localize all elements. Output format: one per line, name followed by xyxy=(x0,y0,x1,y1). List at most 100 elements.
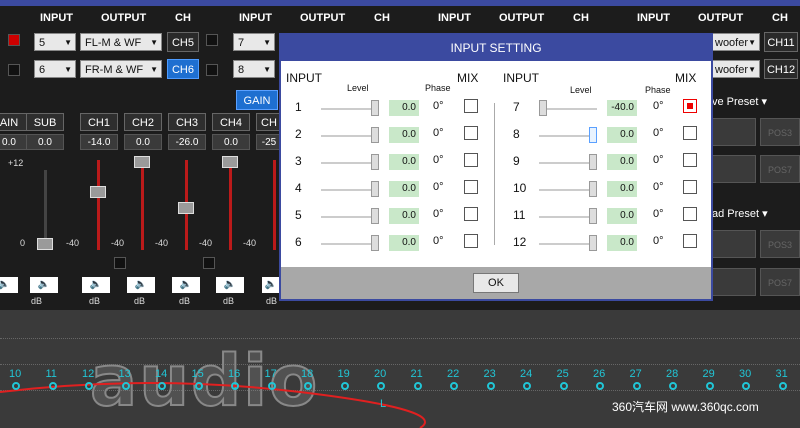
phase-value[interactable]: 0° xyxy=(653,235,664,247)
level-value-input[interactable]: 0.0 xyxy=(389,235,419,251)
level-slider-thumb[interactable] xyxy=(589,127,597,143)
mix-checkbox[interactable] xyxy=(464,207,478,221)
mix-checkbox[interactable] xyxy=(464,126,478,140)
level-value-input[interactable]: 0.0 xyxy=(389,208,419,224)
level-value-input[interactable]: 0.0 xyxy=(389,127,419,143)
frequency-node[interactable] xyxy=(377,382,385,390)
speaker-icon[interactable]: 🔈 xyxy=(30,277,58,293)
preset-pos-button[interactable] xyxy=(712,118,756,146)
level-value-input[interactable]: 0.0 xyxy=(607,154,637,170)
channel-name-ch1[interactable]: CH1 xyxy=(80,113,118,131)
frequency-node[interactable] xyxy=(632,382,641,390)
phase-value[interactable]: 0° xyxy=(433,181,444,193)
preset-pos-button[interactable] xyxy=(712,230,756,258)
speaker-icon[interactable]: 🔈 xyxy=(127,277,155,293)
mix-checkbox[interactable] xyxy=(683,180,697,194)
preset-pos-button[interactable] xyxy=(712,155,756,183)
frequency-node[interactable] xyxy=(85,382,93,390)
level-slider-thumb[interactable] xyxy=(371,100,379,116)
frequency-node[interactable] xyxy=(742,382,750,390)
mix-checkbox[interactable] xyxy=(683,126,697,140)
mix-checkbox[interactable] xyxy=(683,234,697,248)
output-select-ch12[interactable]: woofer ▼ xyxy=(710,60,760,78)
channel-name-ch3[interactable]: CH3 xyxy=(168,113,206,131)
level-slider-thumb[interactable] xyxy=(589,181,597,197)
phase-value[interactable]: 0° xyxy=(433,127,444,139)
level-slider-thumb[interactable] xyxy=(371,181,379,197)
frequency-node[interactable] xyxy=(559,382,568,390)
mix-checkbox[interactable] xyxy=(464,99,478,113)
level-slider-thumb[interactable] xyxy=(539,100,547,116)
fader-thumb-ch3[interactable] xyxy=(178,202,194,214)
channel-name-ch4[interactable]: CH4 xyxy=(212,113,250,131)
preset-pos3-button[interactable]: POS3 xyxy=(760,230,800,258)
phase-value[interactable]: 0° xyxy=(433,154,444,166)
frequency-node[interactable] xyxy=(48,382,57,390)
channel-value-sub[interactable]: 0.0 xyxy=(26,134,64,150)
level-slider-thumb[interactable] xyxy=(371,154,379,170)
link-indicator[interactable] xyxy=(203,257,215,269)
channel-name-ain[interactable]: AIN xyxy=(0,113,28,131)
phase-value[interactable]: 0° xyxy=(653,100,664,112)
frequency-node[interactable] xyxy=(231,382,239,390)
ch6-button[interactable]: CH6 xyxy=(167,59,199,79)
frequency-node[interactable] xyxy=(778,382,787,390)
speaker-icon[interactable]: 🔈 xyxy=(172,277,200,293)
level-slider-thumb[interactable] xyxy=(371,127,379,143)
frequency-node[interactable] xyxy=(450,382,458,390)
channel-value-ain[interactable]: 0.0 xyxy=(0,134,28,150)
frequency-node[interactable] xyxy=(523,382,531,390)
phase-value[interactable]: 0° xyxy=(653,127,664,139)
input-select-6[interactable]: 6 ▼ xyxy=(34,60,76,78)
level-slider-thumb[interactable] xyxy=(371,208,379,224)
frequency-node[interactable] xyxy=(705,382,714,390)
level-value-input[interactable]: 0.0 xyxy=(607,181,637,197)
mix-checkbox[interactable] xyxy=(683,207,697,221)
channel-name-sub[interactable]: SUB xyxy=(26,113,64,131)
level-value-input[interactable]: -40.0 xyxy=(607,100,637,116)
output-select-ch6[interactable]: FR-M & WF ▼ xyxy=(80,60,162,78)
input-select-5[interactable]: 5 ▼ xyxy=(34,33,76,51)
fader-thumb-ch4[interactable] xyxy=(222,156,238,168)
fader-thumb-sub[interactable] xyxy=(37,238,53,250)
level-value-input[interactable]: 0.0 xyxy=(389,154,419,170)
output-select-ch11[interactable]: woofer ▼ xyxy=(710,33,760,51)
frequency-node[interactable] xyxy=(486,382,495,390)
channel-value-ch2[interactable]: 0.0 xyxy=(124,134,162,150)
phase-value[interactable]: 0° xyxy=(653,154,664,166)
frequency-node[interactable] xyxy=(596,382,604,390)
level-value-input[interactable]: 0.0 xyxy=(607,127,637,143)
level-slider-thumb[interactable] xyxy=(589,154,597,170)
channel-value-ch1[interactable]: -14.0 xyxy=(80,134,118,150)
preset-pos7-button[interactable]: POS7 xyxy=(760,155,800,183)
input-select-8[interactable]: 8 ▼ xyxy=(233,60,275,78)
speaker-icon[interactable]: 🔈 xyxy=(262,277,280,293)
channel-value-ch4[interactable]: 0.0 xyxy=(212,134,250,150)
level-value-input[interactable]: 0.0 xyxy=(389,181,419,197)
mix-checkbox[interactable] xyxy=(464,153,478,167)
level-slider-thumb[interactable] xyxy=(371,235,379,251)
frequency-node[interactable] xyxy=(12,382,20,390)
frequency-node[interactable] xyxy=(121,382,130,390)
ch12-button[interactable]: CH12 xyxy=(764,59,798,79)
frequency-node[interactable] xyxy=(340,382,349,390)
link-indicator[interactable] xyxy=(114,257,126,269)
channel-value-ch3[interactable]: -26.0 xyxy=(168,134,206,150)
speaker-icon[interactable]: 🔈 xyxy=(0,277,18,293)
mix-checkbox[interactable] xyxy=(683,99,697,113)
mix-checkbox[interactable] xyxy=(464,180,478,194)
ch5-button[interactable]: CH5 xyxy=(167,32,199,52)
level-slider-thumb[interactable] xyxy=(589,235,597,251)
save-preset-label[interactable]: ve Preset ▾ xyxy=(712,95,767,108)
phase-value[interactable]: 0° xyxy=(433,208,444,220)
frequency-node[interactable] xyxy=(669,382,677,390)
speaker-icon[interactable]: 🔈 xyxy=(82,277,110,293)
preset-pos7-button[interactable]: POS7 xyxy=(760,268,800,296)
fader-thumb-ch2[interactable] xyxy=(134,156,150,168)
frequency-node[interactable] xyxy=(267,382,276,390)
preset-pos-button[interactable] xyxy=(712,268,756,296)
level-value-input[interactable]: 0.0 xyxy=(607,235,637,251)
speaker-icon[interactable]: 🔈 xyxy=(216,277,244,293)
preset-pos3-button[interactable]: POS3 xyxy=(760,118,800,146)
frequency-node[interactable] xyxy=(158,382,166,390)
